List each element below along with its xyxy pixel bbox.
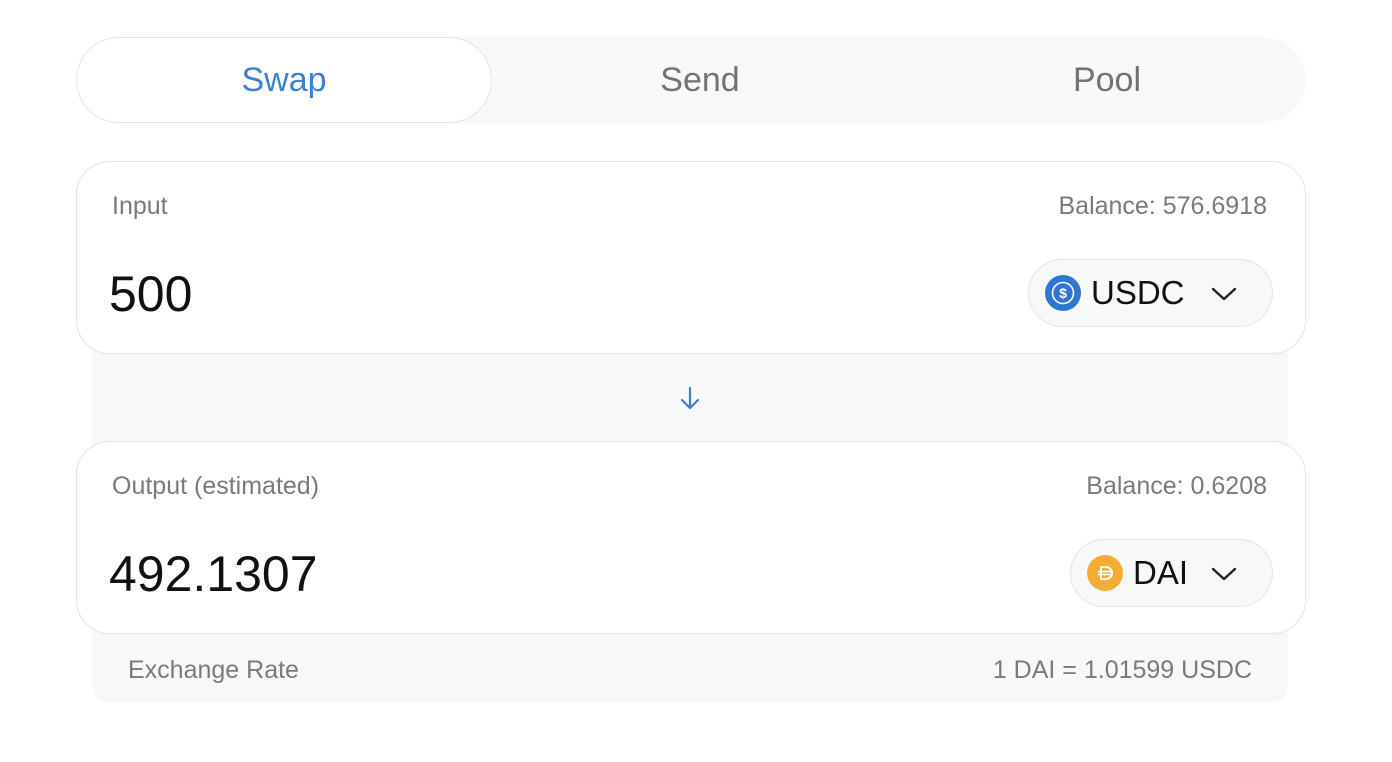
input-amount-field[interactable]	[109, 262, 809, 326]
output-amount-field[interactable]	[109, 542, 809, 606]
tab-send[interactable]: Send	[492, 37, 908, 123]
input-label: Input	[112, 192, 168, 220]
input-panel: Input Balance: 576.6918 $ USDC	[76, 161, 1306, 354]
output-token-name: DAI	[1133, 554, 1189, 591]
tab-swap[interactable]: Swap	[76, 37, 492, 123]
input-token-name: USDC	[1091, 274, 1185, 311]
chevron-down-icon	[1211, 567, 1237, 581]
usdc-coin-icon: $	[1045, 275, 1081, 311]
dai-coin-icon	[1087, 555, 1123, 591]
swap-widget: Swap Send Pool Input Balance: 576.6918 $…	[0, 0, 1392, 762]
input-token-selector[interactable]: $ USDC	[1028, 259, 1273, 327]
exchange-rate-value: 1 DAI = 1.01599 USDC	[992, 656, 1252, 684]
svg-text:$: $	[1059, 285, 1067, 301]
tab-bar: Swap Send Pool	[76, 37, 1306, 123]
output-label: Output (estimated)	[112, 472, 320, 500]
output-panel: Output (estimated) Balance: 0.6208 DAI	[76, 441, 1306, 634]
arrow-down-icon	[680, 386, 700, 410]
exchange-rate-label: Exchange Rate	[128, 656, 299, 684]
chevron-down-icon	[1211, 287, 1237, 301]
output-balance: Balance: 0.6208	[1086, 472, 1267, 500]
tab-pool[interactable]: Pool	[908, 37, 1306, 123]
output-token-selector[interactable]: DAI	[1070, 539, 1273, 607]
input-balance: Balance: 576.6918	[1058, 192, 1267, 220]
